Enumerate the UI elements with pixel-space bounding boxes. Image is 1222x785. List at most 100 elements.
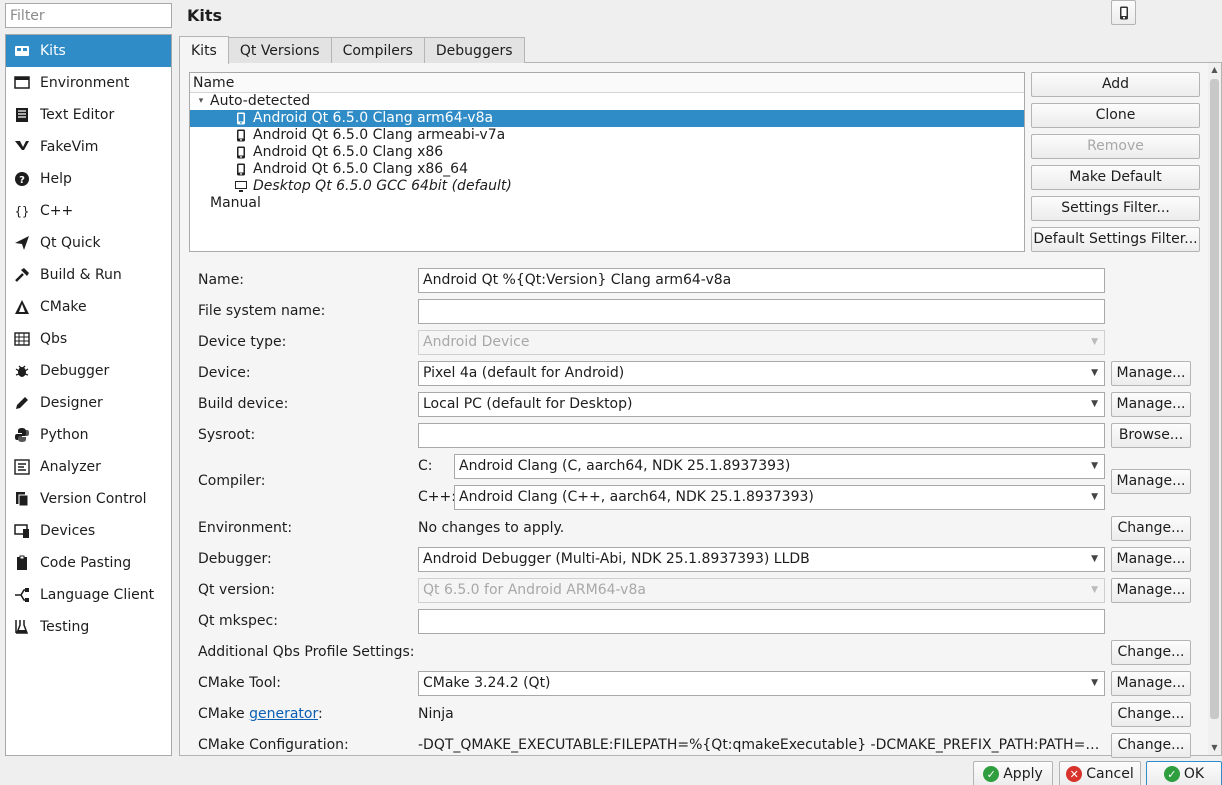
- cmake-tool-label: CMake Tool:: [198, 675, 282, 691]
- sidebar-item-label: Devices: [40, 523, 96, 539]
- compiler-c-combo[interactable]: Android Clang (C, aarch64, NDK 25.1.8937…: [454, 454, 1105, 479]
- clone-button[interactable]: Clone: [1031, 103, 1200, 128]
- build-device-combo[interactable]: Local PC (default for Desktop) ▼: [418, 392, 1105, 417]
- sidebar-item-testing[interactable]: Testing: [6, 611, 171, 643]
- kit-row[interactable]: Android Qt 6.5.0 Clang armeabi-v7a: [190, 127, 1024, 144]
- sidebar-item-code-pasting[interactable]: Code Pasting: [6, 547, 171, 579]
- qt-version-label: Qt version:: [198, 582, 275, 598]
- bug-icon: [12, 362, 32, 380]
- svg-text:?: ?: [19, 175, 25, 186]
- tree-header[interactable]: Name: [190, 73, 1024, 93]
- cmake-tool-combo[interactable]: CMake 3.24.2 (Qt) ▼: [418, 671, 1105, 696]
- make-default-button[interactable]: Make Default: [1031, 165, 1200, 190]
- sidebar-item-cmake[interactable]: CMake: [6, 291, 171, 323]
- device-type-combo[interactable]: Android Device ▼: [418, 330, 1105, 355]
- qt-version-combo[interactable]: Qt 6.5.0 for Android ARM64-v8a ▼: [418, 578, 1105, 603]
- fs-name-label: File system name:: [198, 303, 326, 319]
- pencil-icon: [12, 394, 32, 412]
- kit-row[interactable]: Android Qt 6.5.0 Clang x86_64: [190, 161, 1024, 178]
- default-settings-filter-button[interactable]: Default Settings Filter...: [1031, 227, 1200, 252]
- tree-group[interactable]: ▾ Auto-detected: [190, 93, 1024, 110]
- cmake-generator-link[interactable]: generator: [249, 706, 318, 722]
- cancel-button[interactable]: ✕ Cancel: [1059, 761, 1141, 785]
- ok-button[interactable]: ✓ OK: [1146, 761, 1222, 785]
- qbs-profile-change-button[interactable]: Change...: [1111, 640, 1191, 665]
- tab-qt-versions[interactable]: Qt Versions: [227, 37, 332, 63]
- cmake-generator-change-button[interactable]: Change...: [1111, 702, 1191, 727]
- sidebar-item-text-editor[interactable]: Text Editor: [6, 99, 171, 131]
- sidebar-item-designer[interactable]: Designer: [6, 387, 171, 419]
- cmake-tool-manage-button[interactable]: Manage...: [1111, 671, 1191, 696]
- compiler-cpp-combo[interactable]: Android Clang (C++, aarch64, NDK 25.1.89…: [454, 485, 1105, 510]
- kit-row[interactable]: Android Qt 6.5.0 Clang arm64-v8a: [190, 110, 1024, 127]
- filter-input[interactable]: [5, 3, 172, 28]
- python-icon: [12, 426, 32, 444]
- scroll-up-icon[interactable]: ▲: [1208, 63, 1221, 77]
- device-type-value: Android Device: [423, 334, 530, 350]
- vertical-scrollbar[interactable]: ▲ ▼: [1208, 63, 1221, 755]
- debugger-manage-button[interactable]: Manage...: [1111, 547, 1191, 572]
- settings-filter-button[interactable]: Settings Filter...: [1031, 196, 1200, 221]
- scrollbar-thumb[interactable]: [1210, 79, 1219, 719]
- sidebar-item-build-run[interactable]: Build & Run: [6, 259, 171, 291]
- sidebar-item-help[interactable]: ? Help: [6, 163, 171, 195]
- sidebar-item-python[interactable]: Python: [6, 419, 171, 451]
- kit-row[interactable]: Desktop Qt 6.5.0 GCC 64bit (default): [190, 178, 1024, 195]
- sidebar-item-environment[interactable]: Environment: [6, 67, 171, 99]
- tab-kits[interactable]: Kits: [179, 36, 229, 64]
- cmake-generator-label: CMake generator:: [198, 702, 323, 726]
- device-manage-button[interactable]: Manage...: [1111, 361, 1191, 386]
- sidebar-item-c[interactable]: {} C++: [6, 195, 171, 227]
- chevron-down-icon: ▼: [1091, 678, 1098, 688]
- tree-group[interactable]: Manual: [190, 195, 1024, 212]
- chevron-down-icon[interactable]: ▾: [194, 93, 208, 110]
- sidebar-item-kits[interactable]: Kits: [6, 35, 171, 67]
- analyzer-icon: [12, 458, 32, 476]
- device-combo[interactable]: Pixel 4a (default for Android) ▼: [418, 361, 1105, 386]
- sidebar-item-qbs[interactable]: Qbs: [6, 323, 171, 355]
- sidebar-item-label: Version Control: [40, 491, 147, 507]
- qt-version-manage-button[interactable]: Manage...: [1111, 578, 1191, 603]
- kit-row[interactable]: Android Qt 6.5.0 Clang x86: [190, 144, 1024, 161]
- qt-mkspec-input[interactable]: [418, 609, 1105, 634]
- sidebar-item-qt-quick[interactable]: Qt Quick: [6, 227, 171, 259]
- tab-compilers[interactable]: Compilers: [330, 37, 425, 63]
- chevron-down-icon: ▼: [1091, 554, 1098, 564]
- svg-text:{}: {}: [15, 205, 29, 219]
- build-device-manage-button[interactable]: Manage...: [1111, 392, 1191, 417]
- kits-tree[interactable]: Name ▾ Auto-detected Android Qt 6.5.0 Clan…: [189, 72, 1025, 252]
- sysroot-input[interactable]: [418, 423, 1105, 448]
- name-input[interactable]: Android Qt %{Qt:Version} Clang arm64-v8a: [418, 268, 1105, 293]
- environment-icon: [12, 74, 32, 92]
- scroll-down-icon[interactable]: ▼: [1208, 741, 1221, 755]
- tab-bar: Kits Qt Versions Compilers Debuggers: [179, 36, 525, 64]
- tab-debuggers[interactable]: Debuggers: [423, 37, 525, 63]
- tree-group-label: Manual: [210, 195, 261, 211]
- sidebar-item-label: CMake: [40, 299, 87, 315]
- cmake-config-label: CMake Configuration:: [198, 737, 349, 753]
- sidebar-item-debugger[interactable]: Debugger: [6, 355, 171, 387]
- compiler-c-label: C:: [418, 458, 433, 474]
- sidebar-item-devices[interactable]: Devices: [6, 515, 171, 547]
- debugger-combo[interactable]: Android Debugger (Multi-Abi, NDK 25.1.89…: [418, 547, 1105, 572]
- text-editor-icon: [12, 106, 32, 124]
- check-icon: ✓: [1163, 766, 1180, 782]
- remove-button[interactable]: Remove: [1031, 134, 1200, 159]
- device-icon-button[interactable]: [1111, 0, 1136, 25]
- environment-change-button[interactable]: Change...: [1111, 516, 1191, 541]
- cmake-config-change-button[interactable]: Change...: [1111, 733, 1191, 758]
- sidebar-item-label: Environment: [40, 75, 130, 91]
- hammer-icon: [12, 266, 32, 284]
- sidebar-item-fakevim[interactable]: FakeVim: [6, 131, 171, 163]
- compiler-manage-button[interactable]: Manage...: [1111, 469, 1191, 494]
- sidebar-item-version-control[interactable]: Version Control: [6, 483, 171, 515]
- language-client-icon: [12, 586, 32, 604]
- add-button[interactable]: Add: [1031, 72, 1200, 97]
- sidebar-item-analyzer[interactable]: Analyzer: [6, 451, 171, 483]
- compiler-cpp-value: Android Clang (C++, aarch64, NDK 25.1.89…: [459, 489, 814, 505]
- sidebar-item-language-client[interactable]: Language Client: [6, 579, 171, 611]
- fs-name-input[interactable]: [418, 299, 1105, 324]
- apply-button[interactable]: ✓ Apply: [973, 761, 1053, 785]
- sysroot-browse-button[interactable]: Browse...: [1111, 423, 1191, 448]
- cmake-generator-label-prefix: CMake: [198, 706, 250, 722]
